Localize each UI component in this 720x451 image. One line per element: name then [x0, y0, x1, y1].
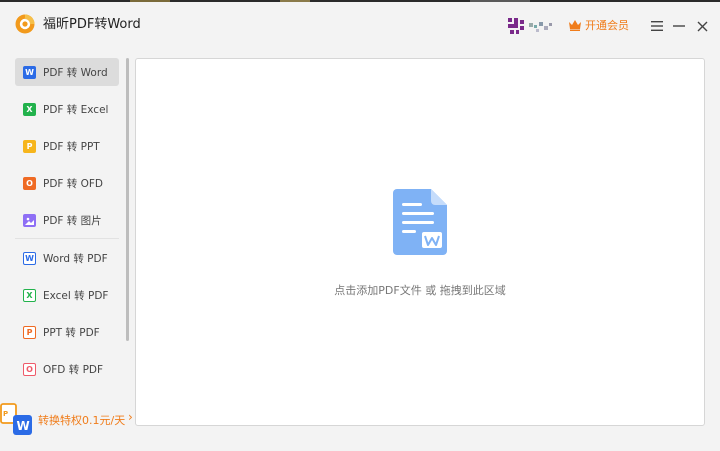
- title-bar: 福昕PDF转Word 开通会员: [0, 2, 720, 48]
- sidebar-item-pdf-to-excel[interactable]: X PDF 转 Excel: [15, 95, 119, 123]
- ofd-outline-icon: O: [23, 362, 36, 376]
- app-title: 福昕PDF转Word: [43, 17, 141, 32]
- sidebar-divider: [15, 238, 119, 239]
- sidebar-item-pdf-to-ofd[interactable]: O PDF 转 OFD: [15, 169, 119, 197]
- sidebar-item-ofd-to-pdf[interactable]: O OFD 转 PDF: [15, 355, 119, 383]
- vip-label: 开通会员: [585, 19, 629, 32]
- sidebar-item-pdf-to-word[interactable]: W PDF 转 Word: [15, 58, 119, 86]
- avatar[interactable]: [508, 18, 524, 34]
- drop-hint-text: 点击添加PDF文件 或 拖拽到此区域: [334, 284, 506, 297]
- excel-outline-icon: X: [23, 288, 36, 302]
- username-blur: [529, 22, 552, 32]
- minimize-button[interactable]: [669, 16, 689, 36]
- sidebar-item-label: PDF 转 图片: [43, 214, 102, 227]
- word-icon: W: [23, 65, 36, 79]
- app-logo: [15, 14, 35, 34]
- chevron-right-icon: ›: [128, 410, 133, 424]
- promo-text: 转换特权0.1元/天: [38, 414, 126, 427]
- sidebar-item-word-to-pdf[interactable]: W Word 转 PDF: [15, 244, 119, 272]
- minimize-icon: [673, 25, 685, 27]
- sidebar-item-label: PDF 转 Word: [43, 66, 108, 79]
- menu-icon: [651, 21, 663, 31]
- close-icon: [697, 21, 707, 31]
- svg-text:P: P: [3, 410, 8, 418]
- sidebar-item-label: PDF 转 Excel: [43, 103, 109, 116]
- crown-icon: [569, 20, 581, 31]
- excel-icon: X: [23, 102, 36, 116]
- sidebar-item-ppt-to-pdf[interactable]: P PPT 转 PDF: [15, 318, 119, 346]
- word-outline-icon: W: [23, 251, 36, 265]
- svg-text:W: W: [17, 419, 30, 433]
- sidebar-item-label: Excel 转 PDF: [43, 289, 109, 302]
- sidebar-item-pdf-to-ppt[interactable]: P PDF 转 PPT: [15, 132, 119, 160]
- vip-button[interactable]: 开通会员: [568, 16, 629, 34]
- sidebar: W PDF 转 Word X PDF 转 Excel P PDF 转 PPT O…: [0, 48, 133, 451]
- file-drop-zone[interactable]: 点击添加PDF文件 或 拖拽到此区域: [135, 58, 705, 426]
- promo-files-icon: P W: [0, 403, 32, 435]
- image-icon: [23, 213, 36, 227]
- sidebar-scrollbar[interactable]: [126, 58, 129, 341]
- ppt-icon: P: [23, 139, 36, 153]
- sidebar-item-label: Word 转 PDF: [43, 252, 108, 265]
- ofd-icon: O: [23, 176, 36, 190]
- promo-banner[interactable]: P W 转换特权0.1元/天 ›: [0, 401, 140, 437]
- menu-button[interactable]: [647, 16, 667, 36]
- sidebar-item-label: PPT 转 PDF: [43, 326, 100, 339]
- sidebar-item-label: OFD 转 PDF: [43, 363, 104, 376]
- ppt-outline-icon: P: [23, 325, 36, 339]
- sidebar-item-pdf-to-image[interactable]: PDF 转 图片: [15, 206, 119, 234]
- sidebar-item-excel-to-pdf[interactable]: X Excel 转 PDF: [15, 281, 119, 309]
- sidebar-item-label: PDF 转 PPT: [43, 140, 100, 153]
- sidebar-item-label: PDF 转 OFD: [43, 177, 104, 190]
- close-button[interactable]: [692, 16, 712, 36]
- word-document-icon: [393, 189, 447, 255]
